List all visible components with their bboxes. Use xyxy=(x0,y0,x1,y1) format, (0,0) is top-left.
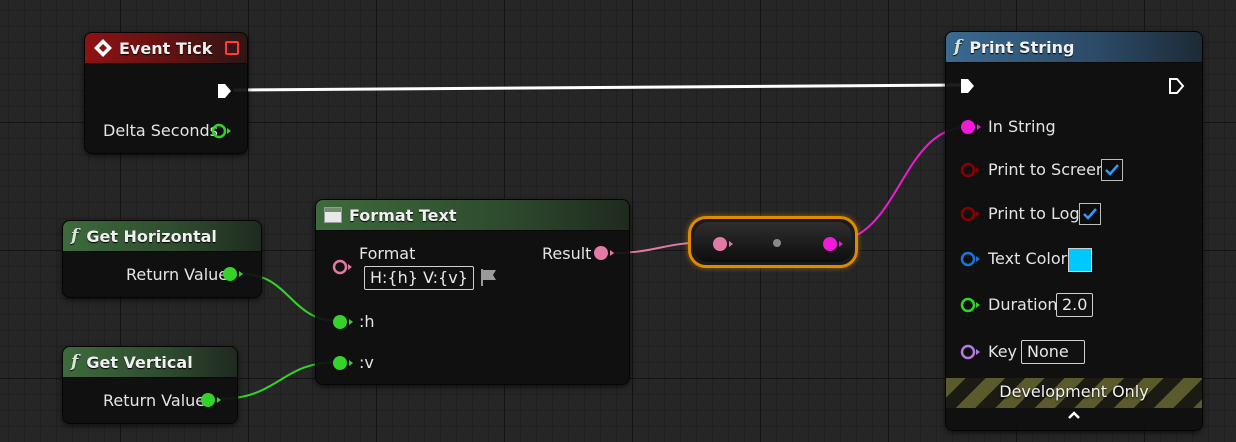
get-vertical-title: Get Vertical xyxy=(86,352,193,372)
get-horizontal-header[interactable]: f Get Horizontal xyxy=(63,221,261,252)
exec-input-pin-icon[interactable] xyxy=(959,76,977,96)
v-input-pin-icon[interactable] xyxy=(331,354,355,372)
key-field[interactable]: None xyxy=(1021,340,1085,364)
function-icon: f xyxy=(71,226,79,246)
get-horizontal-return-label: Return Value xyxy=(126,265,229,284)
function-icon: f xyxy=(954,37,962,57)
duration-field[interactable]: 2.0 xyxy=(1056,293,1094,317)
event-tick-header[interactable]: Event Tick xyxy=(85,33,247,64)
text-color-label: Text Color xyxy=(988,249,1068,268)
v-label: :v xyxy=(359,353,374,372)
print-to-log-pin-icon[interactable] xyxy=(959,205,983,223)
in-string-pin-icon[interactable] xyxy=(959,118,983,136)
event-tick-node[interactable]: Event Tick Delta Seconds xyxy=(84,32,248,154)
duration-pin-icon[interactable] xyxy=(959,296,983,314)
delta-seconds-pin-icon[interactable] xyxy=(211,122,233,140)
print-string-header[interactable]: f Print String xyxy=(946,32,1202,63)
print-to-log-label: Print to Log xyxy=(988,204,1080,223)
format-label: Format xyxy=(359,244,416,263)
get-vertical-return-label: Return Value xyxy=(103,391,206,410)
chevron-up-icon[interactable] xyxy=(1066,408,1082,422)
format-text-field[interactable]: H:{h} V:{v} xyxy=(364,266,474,290)
duration-label: Duration xyxy=(988,295,1058,314)
delegate-square-icon[interactable] xyxy=(225,41,239,55)
event-diamond-icon xyxy=(94,39,112,57)
format-input-pin-icon[interactable] xyxy=(331,258,355,276)
print-to-screen-pin-icon[interactable] xyxy=(959,161,983,179)
get-vertical-node[interactable]: f Get Vertical Return Value xyxy=(62,346,238,424)
text-color-pin-icon[interactable] xyxy=(959,250,983,268)
format-text-icon xyxy=(324,207,342,223)
key-pin-icon[interactable] xyxy=(959,343,983,361)
print-to-screen-checkbox[interactable] xyxy=(1101,159,1123,181)
format-text-node[interactable]: Format Text Format H:{h} V:{v} Result :h… xyxy=(315,199,630,385)
exec-output-pin-icon[interactable] xyxy=(216,81,234,101)
checkmark-icon xyxy=(1083,208,1097,220)
reroute-center-dot xyxy=(773,239,781,247)
get-horizontal-title: Get Horizontal xyxy=(86,226,217,246)
exec-wire[interactable] xyxy=(233,83,963,92)
result-label: Result xyxy=(542,244,592,263)
development-only-label: Development Only xyxy=(999,382,1149,401)
print-string-node[interactable]: f Print String In String Print to Screen… xyxy=(945,31,1203,431)
h-input-pin-icon[interactable] xyxy=(331,313,355,331)
get-horizontal-node[interactable]: f Get Horizontal Return Value xyxy=(62,220,262,298)
format-text-header[interactable]: Format Text xyxy=(316,200,629,231)
delta-seconds-label: Delta Seconds xyxy=(103,121,218,140)
conversion-reroute-node[interactable] xyxy=(688,216,858,268)
get-vertical-header[interactable]: f Get Vertical xyxy=(63,347,237,378)
print-to-log-checkbox[interactable] xyxy=(1079,203,1101,225)
get-horizontal-return-pin-icon[interactable] xyxy=(221,265,245,283)
result-output-pin-icon[interactable] xyxy=(592,244,616,262)
graph-canvas[interactable]: Event Tick Delta Seconds f Get Horizonta… xyxy=(0,0,1236,442)
h-label: :h xyxy=(359,312,375,331)
print-string-title: Print String xyxy=(969,37,1075,57)
format-text-title: Format Text xyxy=(349,205,457,225)
checkmark-icon xyxy=(1105,164,1119,176)
exec-output-pin-icon[interactable] xyxy=(1168,76,1186,96)
in-string-label: In String xyxy=(988,117,1056,136)
localization-flag-icon[interactable] xyxy=(478,266,500,288)
print-to-screen-label: Print to Screen xyxy=(988,160,1107,179)
key-label: Key xyxy=(988,342,1018,361)
reroute-output-pin-icon[interactable] xyxy=(821,235,845,253)
event-tick-title: Event Tick xyxy=(119,38,213,58)
reroute-input-pin-icon[interactable] xyxy=(711,235,735,253)
text-color-swatch[interactable] xyxy=(1068,248,1092,272)
get-vertical-return-pin-icon[interactable] xyxy=(199,391,223,409)
function-icon: f xyxy=(71,352,79,372)
